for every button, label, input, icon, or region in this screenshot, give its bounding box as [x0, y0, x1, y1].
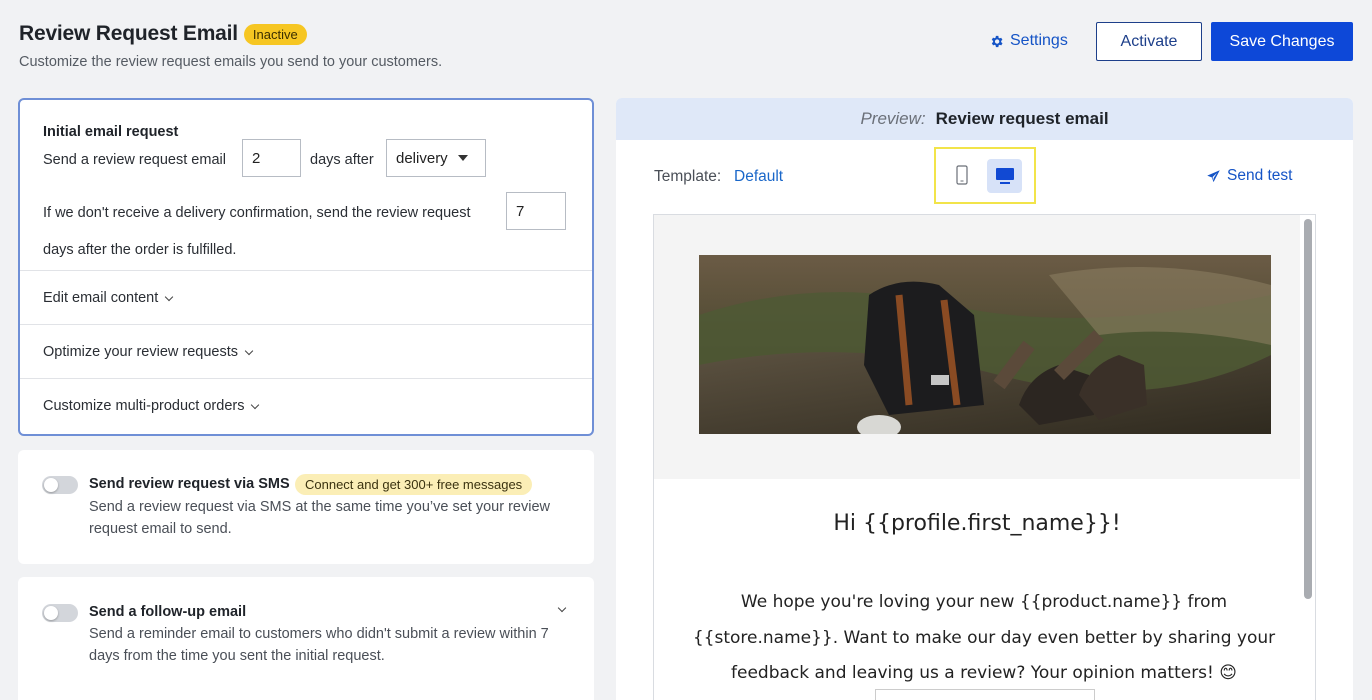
desktop-icon	[995, 168, 1014, 184]
follow-up-title: Send a follow-up email	[89, 604, 247, 620]
chevron-down-icon	[244, 346, 254, 355]
accordion-optimize-requests[interactable]: Optimize your review requests	[43, 344, 254, 360]
preview-panel: Preview: Review request email Template: …	[616, 98, 1353, 700]
template-label: Template:	[654, 168, 722, 185]
mobile-icon[interactable]	[956, 165, 968, 185]
save-changes-button[interactable]: Save Changes	[1211, 22, 1353, 61]
accordion-label: Customize multi-product orders	[43, 398, 245, 414]
accordion-multi-product[interactable]: Customize multi-product orders	[43, 398, 260, 414]
caret-down-icon	[457, 155, 468, 161]
divider	[20, 270, 592, 271]
email-greeting: Hi {{profile.first_name}}!	[833, 511, 1121, 536]
activate-button[interactable]: Activate	[1096, 22, 1202, 61]
sms-card: Send review request via SMS Connect and …	[18, 450, 594, 564]
initial-request-title: Initial email request	[43, 124, 179, 140]
accordion-label: Edit email content	[43, 290, 159, 306]
preview-label: Preview:	[860, 109, 926, 128]
days-after-input[interactable]	[242, 139, 301, 177]
email-cta-button	[875, 689, 1095, 700]
follow-up-card: Send a follow-up email Send a reminder e…	[18, 577, 594, 700]
fallback-text: If we don't receive a delivery confirmat…	[43, 205, 471, 221]
paper-plane-icon	[1207, 169, 1220, 182]
follow-up-toggle[interactable]	[42, 604, 78, 622]
chevron-down-icon	[165, 292, 174, 301]
trigger-select-value: delivery	[396, 149, 448, 167]
send-test-link[interactable]: Send test	[1206, 167, 1293, 185]
sms-toggle[interactable]	[42, 476, 78, 494]
chevron-down-icon[interactable]	[557, 603, 567, 613]
page-title: Review Request Email	[19, 22, 238, 45]
sms-title: Send review request via SMS	[89, 476, 290, 492]
page-header: Review Request Email Inactive	[19, 22, 307, 46]
send-test-label: Send test	[1227, 167, 1293, 184]
divider	[20, 378, 592, 379]
initial-request-card: Initial email request Send a review requ…	[18, 98, 594, 436]
sms-description: Send a review request via SMS at the sam…	[89, 499, 550, 537]
email-body: We hope you're loving your new {{product…	[692, 592, 1276, 683]
accordion-label: Optimize your review requests	[43, 344, 239, 360]
accordion-edit-email-content[interactable]: Edit email content	[43, 290, 174, 306]
status-badge: Inactive	[243, 23, 307, 45]
hero-image	[699, 255, 1271, 434]
chevron-down-icon	[251, 400, 260, 409]
email-scrollbar[interactable]	[1304, 219, 1312, 599]
divider	[20, 324, 592, 325]
desktop-view-button[interactable]	[987, 159, 1022, 193]
sms-promo-badge: Connect and get 300+ free messages	[295, 474, 533, 495]
page-subtitle: Customize the review request emails you …	[19, 54, 443, 70]
gear-icon	[991, 35, 1003, 47]
follow-up-description: Send a reminder email to customers who d…	[89, 626, 549, 664]
preview-header: Preview: Review request email	[616, 98, 1353, 140]
settings-label: Settings	[1010, 32, 1068, 49]
settings-link[interactable]: Settings	[989, 32, 1068, 50]
preview-name: Review request email	[935, 109, 1109, 128]
fallback-days-input[interactable]	[506, 192, 566, 230]
email-preview-frame: Hi {{profile.first_name}}! We hope you'r…	[653, 214, 1316, 700]
send-prefix-text: Send a review request email	[43, 152, 226, 168]
days-after-text: days after	[310, 152, 374, 168]
template-link[interactable]: Default	[734, 168, 783, 186]
fallback-suffix-text: days after the order is fulfilled.	[43, 242, 237, 258]
trigger-select[interactable]: delivery	[386, 139, 486, 177]
